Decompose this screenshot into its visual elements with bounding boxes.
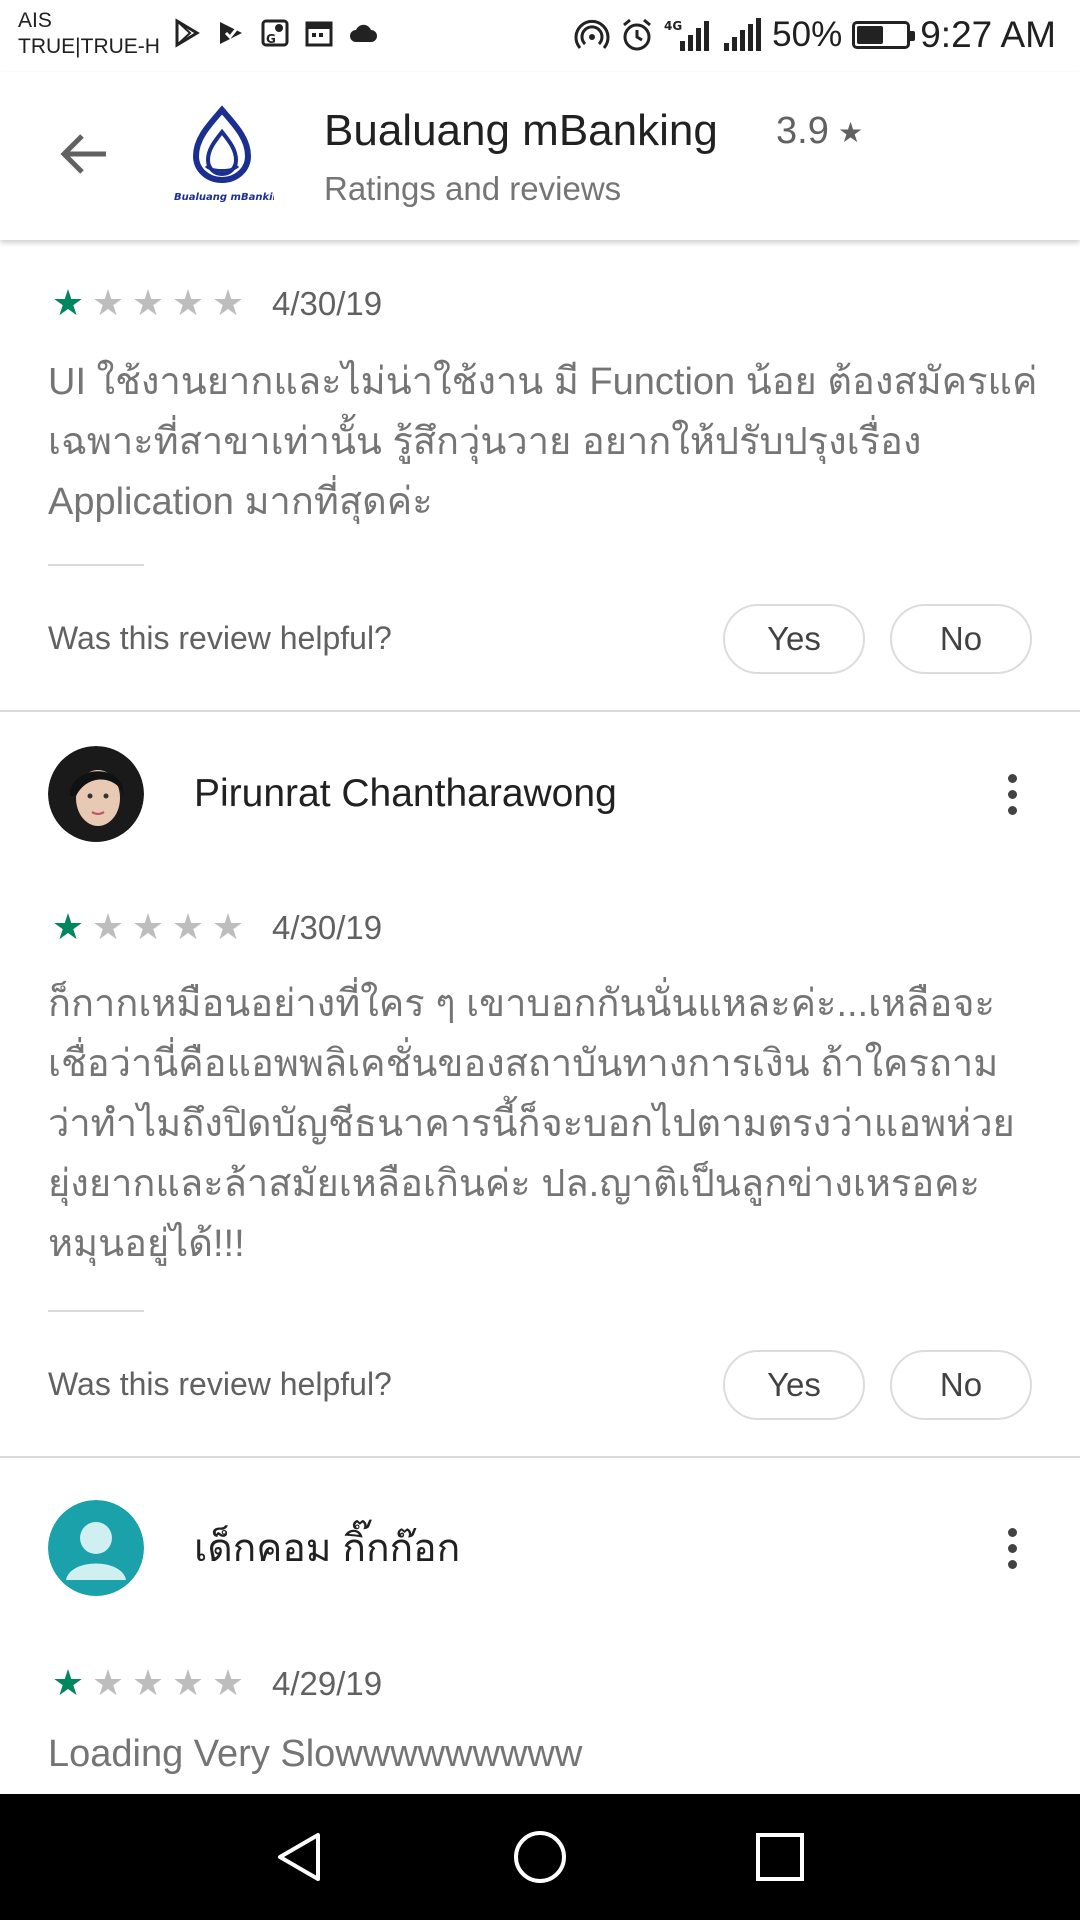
play-store-update-icon bbox=[220, 22, 242, 44]
battery-icon bbox=[852, 21, 916, 49]
app-title: Bualuang mBanking bbox=[324, 106, 718, 155]
app-bar: Bualuang mBanking Bualuang mBanking 3.9 … bbox=[0, 72, 1080, 240]
review-text: Loading Very Slowwwwwwwww bbox=[48, 1733, 583, 1775]
system-nav-bar bbox=[0, 1794, 1080, 1920]
reviews-list[interactable]: ★ ★ ★ ★ ★ 4/30/19 UI ใช้งานยากและไม่น่าใ… bbox=[0, 240, 1080, 1794]
avatar bbox=[48, 746, 144, 842]
clock: 9:27 AM bbox=[920, 14, 1056, 55]
star-filled-icon: ★ bbox=[51, 283, 85, 324]
star-filled-icon: ★ bbox=[51, 1663, 85, 1704]
hotspot-icon bbox=[574, 19, 610, 49]
helpful-no-button[interactable]: No bbox=[890, 1350, 1032, 1420]
arrow-back-icon bbox=[60, 134, 106, 174]
star-empty-icon: ★ bbox=[211, 283, 245, 324]
helpful-yes-button[interactable]: Yes bbox=[723, 1350, 865, 1420]
alarm-icon bbox=[623, 18, 652, 51]
star-empty-icon: ★ bbox=[131, 1663, 165, 1704]
review-divider bbox=[48, 1310, 144, 1312]
carrier-label: AIS TRUE|TRUE-H bbox=[18, 8, 160, 60]
nav-back-button[interactable] bbox=[265, 1822, 335, 1892]
section-divider bbox=[0, 710, 1080, 712]
star-empty-icon: ★ bbox=[171, 1663, 205, 1704]
helpful-no-button[interactable]: No bbox=[890, 604, 1032, 674]
star-empty-icon: ★ bbox=[171, 283, 205, 324]
section-divider bbox=[0, 1456, 1080, 1458]
reviewer-info: Pirunrat Chantharawong bbox=[48, 746, 617, 842]
review-date: 4/30/19 bbox=[272, 909, 383, 946]
svg-text:G: G bbox=[266, 32, 276, 46]
play-store-icon bbox=[175, 18, 200, 48]
carrier-line-1: AIS bbox=[18, 9, 52, 32]
star-empty-icon: ★ bbox=[211, 1663, 245, 1704]
star-empty-icon: ★ bbox=[91, 907, 125, 948]
back-button[interactable] bbox=[52, 122, 116, 186]
notification-icons: G bbox=[172, 18, 378, 48]
battery-level-fill bbox=[857, 26, 884, 44]
review-date: 4/29/19 bbox=[272, 1665, 383, 1702]
review-divider bbox=[48, 564, 144, 566]
app-rating: 3.9 bbox=[776, 110, 829, 152]
cloud-icon bbox=[350, 24, 377, 42]
star-empty-icon: ★ bbox=[91, 283, 125, 324]
carrier-line-2: TRUE|TRUE-H bbox=[18, 35, 160, 58]
star-empty-icon: ★ bbox=[131, 283, 165, 324]
signal-icon bbox=[724, 18, 762, 51]
helpful-prompt: Was this review helpful? bbox=[48, 1366, 392, 1402]
status-bar: AIS TRUE|TRUE-H G 4G 50% 9:27 AM bbox=[0, 0, 1080, 72]
helpful-yes-button[interactable]: Yes bbox=[723, 604, 865, 674]
triangle-back-icon bbox=[278, 1833, 320, 1881]
review-date: 4/30/19 bbox=[272, 285, 383, 322]
review-stars: ★ ★ ★ ★ ★ 4/29/19 bbox=[48, 1664, 382, 1704]
reviewer-info: เด็กคอม กิ๊กก๊อก bbox=[48, 1500, 460, 1596]
more-options-button[interactable] bbox=[992, 764, 1032, 824]
review-stars: ★ ★ ★ ★ ★ 4/30/19 bbox=[48, 908, 382, 948]
network-type-label: 4G bbox=[664, 19, 682, 33]
review-text: ก็กากเหมือนอย่างที่ใคร ๆ เขาบอกกันนั่นแห… bbox=[48, 983, 1015, 1265]
square-recents-icon bbox=[756, 1833, 804, 1881]
more-options-button[interactable] bbox=[992, 1518, 1032, 1578]
circle-home-icon bbox=[514, 1831, 566, 1883]
star-empty-icon: ★ bbox=[91, 1663, 125, 1704]
star-icon: ★ bbox=[838, 116, 864, 149]
reviewer-name: เด็กคอม กิ๊กก๊อก bbox=[194, 1527, 461, 1570]
default-avatar-icon bbox=[48, 1500, 144, 1596]
nav-recents-button[interactable] bbox=[745, 1822, 815, 1892]
star-empty-icon: ★ bbox=[211, 907, 245, 948]
helpful-prompt: Was this review helpful? bbox=[48, 620, 392, 656]
cellular-4g-icon: 4G bbox=[664, 19, 710, 51]
page-subtitle: Ratings and reviews bbox=[324, 170, 622, 207]
maps-icon: G bbox=[261, 19, 289, 47]
review-text: UI ใช้งานยากและไม่น่าใช้งาน มี Function … bbox=[48, 361, 1038, 523]
star-empty-icon: ★ bbox=[171, 907, 205, 948]
calendar-icon bbox=[305, 21, 333, 47]
bualuang-logo: Bualuang mBanking bbox=[174, 105, 274, 203]
battery-percent: 50% bbox=[772, 15, 843, 54]
nav-home-button[interactable] bbox=[505, 1822, 575, 1892]
system-status: 4G 50% 9:27 AM bbox=[574, 14, 1056, 56]
reviewer-name: Pirunrat Chantharawong bbox=[194, 772, 617, 815]
review-stars: ★ ★ ★ ★ ★ 4/30/19 bbox=[48, 284, 382, 324]
star-empty-icon: ★ bbox=[131, 907, 165, 948]
logo-wordmark: Bualuang mBanking bbox=[174, 192, 274, 203]
star-filled-icon: ★ bbox=[51, 907, 85, 948]
